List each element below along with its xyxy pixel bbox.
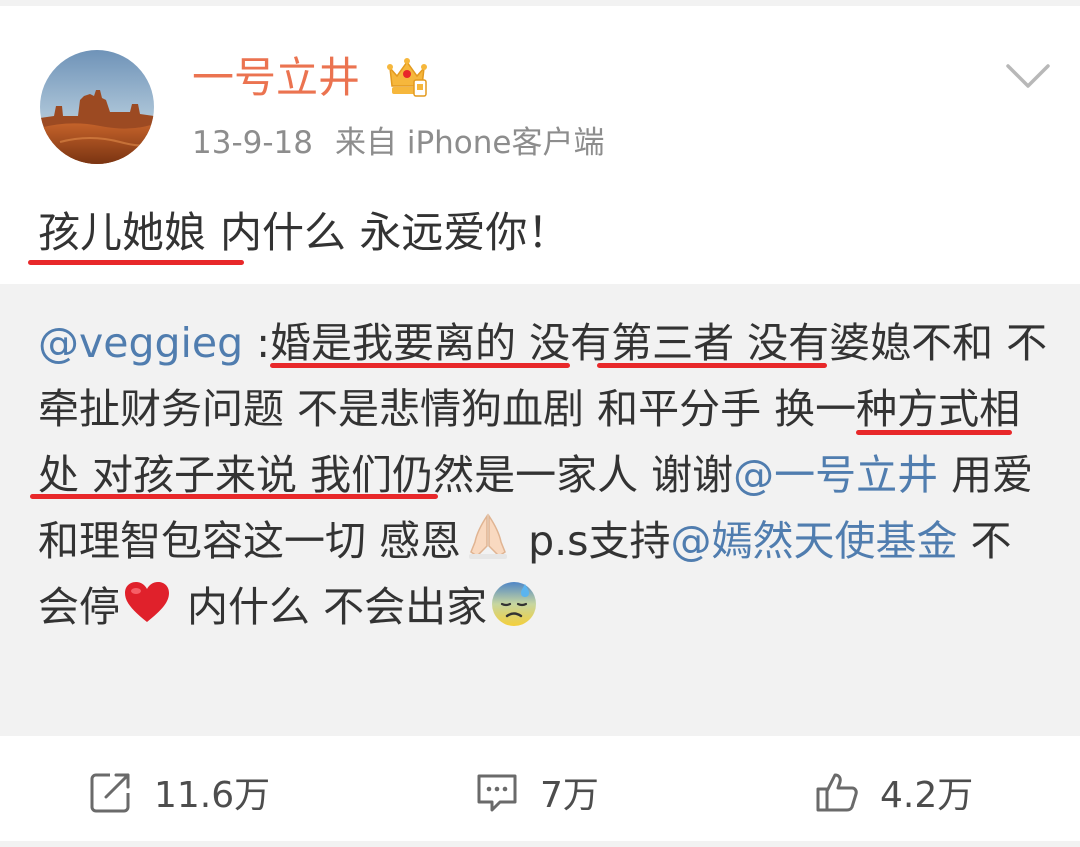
thumbs-up-icon	[816, 773, 858, 812]
mention-link[interactable]: @veggieg	[38, 319, 243, 367]
underlined-phrase: 婚是我要离的	[270, 319, 517, 367]
comment-button[interactable]: 7万	[474, 762, 599, 822]
mention-link[interactable]: @嫣然天使基金	[671, 517, 958, 565]
underline-annotation	[270, 363, 570, 368]
repost-count: 11.6万	[154, 775, 271, 816]
user-avatar[interactable]	[40, 50, 154, 164]
post-source[interactable]: 来自 iPhone客户端	[335, 125, 605, 161]
bottom-divider	[0, 841, 1080, 847]
chevron-down-icon[interactable]	[1002, 56, 1054, 96]
mention-link[interactable]: @一号立井	[733, 451, 938, 499]
repost-text: @veggieg :婚是我要离的 没有第三者 没有婆媳不和 不牵扯财务问题 不是…	[38, 319, 1048, 631]
post-meta: 13-9-18 来自 iPhone客户端	[192, 118, 605, 168]
share-icon	[90, 773, 130, 813]
username[interactable]: 一号立井	[192, 52, 360, 104]
post-text-highlighted: 孩儿她娘	[38, 208, 207, 257]
underline-annotation	[28, 260, 244, 265]
underline-annotation	[856, 430, 1012, 435]
sweat-face-icon	[489, 578, 539, 628]
comment-icon	[477, 774, 517, 812]
like-count: 4.2万	[880, 775, 974, 816]
repost-button[interactable]: 11.6万	[88, 762, 270, 822]
post-date: 13-9-18	[192, 125, 313, 161]
underlined-phrase: 没有第三者	[529, 319, 735, 367]
post-text-rest: 内什么 永远爱你！	[220, 208, 570, 257]
post-text: 孩儿她娘 内什么 永远爱你！	[38, 198, 569, 268]
underline-annotation	[30, 494, 438, 499]
underline-annotation	[597, 363, 827, 368]
praying-hands-icon	[463, 512, 513, 562]
red-heart-icon	[122, 578, 172, 628]
like-button[interactable]: 4.2万	[814, 762, 973, 822]
top-divider	[0, 0, 1080, 6]
desert-mesa-avatar	[40, 50, 154, 164]
crown-vip-icon[interactable]	[384, 54, 430, 100]
comment-count: 7万	[540, 775, 599, 816]
